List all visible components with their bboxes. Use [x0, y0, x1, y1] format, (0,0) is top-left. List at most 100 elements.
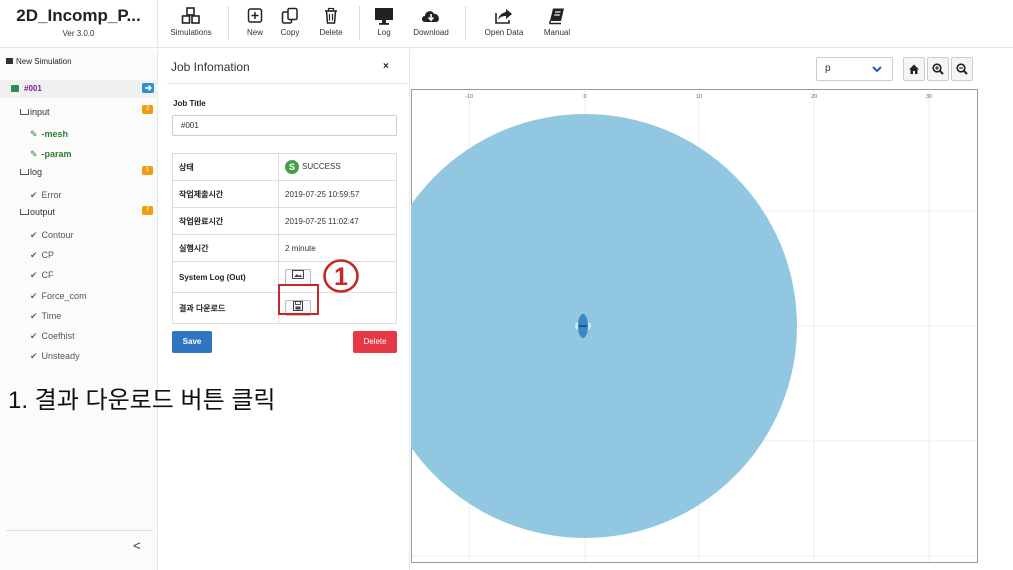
tree-mesh-label: -mesh	[41, 129, 69, 139]
log-count-badge: 1	[142, 166, 153, 175]
plus-square-icon	[247, 8, 263, 23]
output-item-contour[interactable]: ✔ Contour	[30, 230, 74, 241]
collapse-sidebar-button[interactable]: <	[133, 538, 141, 553]
complete-time-label: 작업완료시간	[172, 207, 279, 235]
plot-area[interactable]: -10 0 10 20 30	[411, 89, 978, 563]
step-marker-number: 1	[334, 263, 348, 291]
delete-toolbar-label: Delete	[319, 28, 343, 37]
trash-icon	[325, 7, 337, 24]
tree-param[interactable]: ✎ -param	[30, 149, 72, 160]
download-label: Download	[413, 28, 449, 37]
delete-button[interactable]: Delete	[353, 331, 397, 353]
status-value: SUCCESS	[302, 162, 341, 172]
job-title-label: Job Title	[173, 99, 206, 108]
toolbar-divider	[359, 6, 360, 40]
system-log-button[interactable]	[285, 269, 311, 285]
variable-select[interactable]: p	[816, 57, 893, 81]
new-simulation-link[interactable]: New Simulation	[6, 57, 72, 66]
x-tick-label: -10	[465, 94, 473, 100]
output-item-force-com[interactable]: ✔ Force_com	[30, 291, 87, 302]
table-row: 작업완료시간 2019-07-25 11:02:47	[172, 207, 397, 235]
folder-open-icon	[20, 209, 29, 215]
save-button[interactable]: Save	[172, 331, 212, 353]
step-marker: 1	[323, 259, 359, 293]
simulations-button[interactable]: Simulations	[165, 0, 217, 48]
zoom-out-button[interactable]	[951, 57, 973, 81]
arrow-right-icon[interactable]	[142, 83, 154, 93]
check-icon: ✔	[30, 230, 38, 240]
new-button[interactable]: New	[240, 0, 270, 48]
panel-title: Job Infomation	[171, 60, 250, 74]
copy-label: Copy	[280, 28, 300, 37]
open-data-button[interactable]: Open Data	[480, 0, 528, 48]
copy-button[interactable]: Copy	[276, 0, 304, 48]
output-item-label: CF	[41, 270, 54, 280]
cubes-icon	[181, 7, 200, 24]
simulation-row[interactable]: #001	[0, 80, 158, 98]
log-button[interactable]: Log	[372, 0, 396, 48]
output-item-unsteady[interactable]: ✔ Unsteady	[30, 351, 80, 362]
tree-output[interactable]: output	[20, 207, 55, 217]
new-simulation-label: New Simulation	[16, 57, 72, 66]
tree-output-label: output	[30, 207, 56, 217]
x-tick-label: 20	[811, 94, 817, 100]
manual-button[interactable]: Manual	[539, 0, 575, 48]
log-item-label: Error	[41, 190, 62, 200]
edit-icon: ✎	[30, 149, 38, 159]
folder-open-icon	[20, 169, 29, 175]
open-data-label: Open Data	[484, 28, 524, 37]
home-button[interactable]	[903, 57, 925, 81]
x-tick-label: 0	[583, 94, 586, 100]
output-item-cp[interactable]: ✔ CP	[30, 250, 54, 261]
complete-time-value: 2019-07-25 11:02:47	[278, 207, 397, 235]
zoom-out-icon	[956, 63, 968, 75]
close-icon[interactable]: ×	[383, 61, 389, 72]
tree-log-label: log	[30, 167, 43, 177]
output-item-cf[interactable]: ✔ CF	[30, 270, 54, 281]
tree-param-label: -param	[41, 149, 72, 159]
zoom-in-button[interactable]	[927, 57, 949, 81]
simulations-label: Simulations	[170, 28, 212, 37]
check-icon: ✔	[30, 331, 38, 341]
app-version: Ver 3.0.0	[62, 29, 95, 38]
log-item-error[interactable]: ✔ Error	[30, 190, 62, 201]
sidebar-divider	[6, 530, 153, 531]
input-count-badge: 2	[142, 105, 153, 114]
log-label: Log	[377, 28, 391, 37]
output-item-time[interactable]: ✔ Time	[30, 311, 61, 322]
folder-icon	[6, 58, 13, 64]
system-log-label: System Log (Out)	[172, 261, 279, 293]
table-row: 실행시간 2 minute	[172, 234, 397, 262]
check-icon: ✔	[30, 291, 38, 301]
download-highlight-box	[278, 284, 319, 315]
output-item-label: Unsteady	[41, 351, 80, 361]
delete-toolbar-button[interactable]: Delete	[313, 0, 349, 48]
download-button[interactable]: Download	[409, 0, 453, 48]
table-row: 상태 S SUCCESS	[172, 153, 397, 181]
panel-divider	[167, 83, 407, 84]
book-icon	[549, 8, 564, 25]
check-icon: ✔	[30, 270, 38, 280]
sidebar: New Simulation #001 input 2 ✎ -mesh ✎ -par…	[0, 49, 158, 570]
status-cell: S SUCCESS	[278, 153, 397, 181]
result-download-label: 결과 다운로드	[172, 292, 279, 324]
tree-mesh[interactable]: ✎ -mesh	[30, 129, 68, 140]
table-row: 작업제출시간 2019-07-25 10:59:57	[172, 180, 397, 208]
job-title-input[interactable]: #001	[172, 115, 397, 136]
edit-icon: ✎	[30, 129, 38, 139]
x-tick-label: 10	[696, 94, 702, 100]
app-brand: 2D_Incomp_P... Ver 3.0.0	[0, 0, 158, 48]
output-item-label: Coefhist	[41, 331, 75, 341]
submit-time-value: 2019-07-25 10:59:57	[278, 180, 397, 208]
output-item-label: Force_com	[41, 291, 87, 301]
manual-label: Manual	[543, 28, 571, 37]
toolbar-divider	[228, 6, 229, 40]
tree-input[interactable]: input	[20, 107, 158, 117]
check-icon: ✔	[30, 311, 38, 321]
zoom-in-icon	[932, 63, 944, 75]
toolbar-divider	[465, 6, 466, 40]
copy-icon	[281, 7, 298, 24]
tree-log[interactable]: log	[20, 167, 42, 177]
sim-id: #001	[24, 84, 42, 93]
output-item-coefhist[interactable]: ✔ Coefhist	[30, 331, 75, 342]
